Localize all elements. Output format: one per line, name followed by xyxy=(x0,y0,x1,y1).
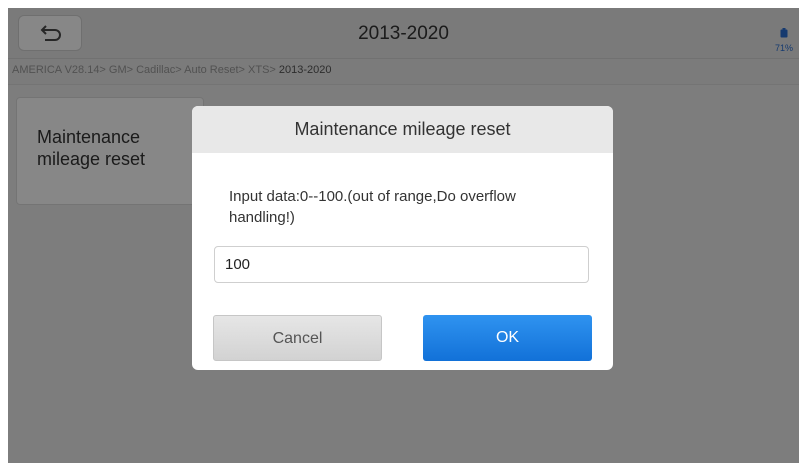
cancel-button[interactable]: Cancel xyxy=(213,315,382,361)
input-dialog: Maintenance mileage reset Input data:0--… xyxy=(192,106,613,370)
dialog-title: Maintenance mileage reset xyxy=(294,119,511,139)
dialog-message: Input data:0--100.(out of range,Do overf… xyxy=(229,188,516,226)
mileage-input[interactable] xyxy=(214,246,589,283)
dialog-header: Maintenance mileage reset xyxy=(192,106,613,153)
ok-button[interactable]: OK xyxy=(423,315,592,361)
